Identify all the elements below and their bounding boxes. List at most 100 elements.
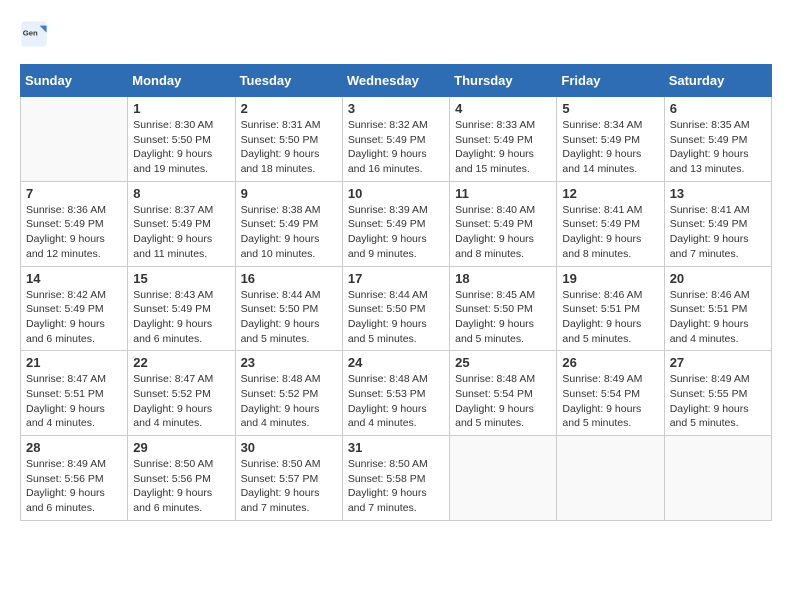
day-number: 7 — [26, 186, 122, 201]
day-number: 24 — [348, 355, 444, 370]
calendar-cell: 16 Sunrise: 8:44 AMSunset: 5:50 PMDayligh… — [235, 266, 342, 351]
day-info: Sunrise: 8:44 AMSunset: 5:50 PMDaylight:… — [241, 288, 337, 347]
day-number: 1 — [133, 101, 229, 116]
calendar-week-row: 21 Sunrise: 8:47 AMSunset: 5:51 PMDayligh… — [21, 351, 772, 436]
day-info: Sunrise: 8:32 AMSunset: 5:49 PMDaylight:… — [348, 118, 444, 177]
day-info: Sunrise: 8:40 AMSunset: 5:49 PMDaylight:… — [455, 203, 551, 262]
calendar-day-header-saturday: Saturday — [664, 65, 771, 97]
page-header: Gen — [20, 20, 772, 48]
day-info: Sunrise: 8:41 AMSunset: 5:49 PMDaylight:… — [562, 203, 658, 262]
day-number: 11 — [455, 186, 551, 201]
calendar-cell: 29 Sunrise: 8:50 AMSunset: 5:56 PMDayligh… — [128, 436, 235, 521]
calendar-cell: 22 Sunrise: 8:47 AMSunset: 5:52 PMDayligh… — [128, 351, 235, 436]
day-info: Sunrise: 8:48 AMSunset: 5:53 PMDaylight:… — [348, 372, 444, 431]
calendar-week-row: 14Sunrise: 8:42 AMSunset: 5:49 PMDayligh… — [21, 266, 772, 351]
day-number: 28 — [26, 440, 122, 455]
day-number: 9 — [241, 186, 337, 201]
day-info: Sunrise: 8:30 AMSunset: 5:50 PMDaylight:… — [133, 118, 229, 177]
calendar-cell: 6Sunrise: 8:35 AMSunset: 5:49 PMDaylight… — [664, 97, 771, 182]
calendar-day-header-sunday: Sunday — [21, 65, 128, 97]
day-info: Sunrise: 8:49 AMSunset: 5:54 PMDaylight:… — [562, 372, 658, 431]
calendar-cell: 5Sunrise: 8:34 AMSunset: 5:49 PMDaylight… — [557, 97, 664, 182]
calendar-cell: 19 Sunrise: 8:46 AMSunset: 5:51 PMDayligh… — [557, 266, 664, 351]
day-number: 30 — [241, 440, 337, 455]
calendar-cell: 3 Sunrise: 8:32 AMSunset: 5:49 PMDaylight… — [342, 97, 449, 182]
day-info: Sunrise: 8:39 AMSunset: 5:49 PMDaylight:… — [348, 203, 444, 262]
calendar-cell — [664, 436, 771, 521]
day-info: Sunrise: 8:33 AMSunset: 5:49 PMDaylight:… — [455, 118, 551, 177]
day-number: 21 — [26, 355, 122, 370]
day-info: Sunrise: 8:41 AMSunset: 5:49 PMDaylight:… — [670, 203, 766, 262]
day-info: Sunrise: 8:36 AMSunset: 5:49 PMDaylight:… — [26, 203, 122, 262]
calendar-cell: 8 Sunrise: 8:37 AMSunset: 5:49 PMDaylight… — [128, 181, 235, 266]
calendar-cell: 1 Sunrise: 8:30 AMSunset: 5:50 PMDaylight… — [128, 97, 235, 182]
day-number: 23 — [241, 355, 337, 370]
day-info: Sunrise: 8:50 AMSunset: 5:57 PMDaylight:… — [241, 457, 337, 516]
calendar-cell: 13Sunrise: 8:41 AMSunset: 5:49 PMDayligh… — [664, 181, 771, 266]
calendar-cell: 31 Sunrise: 8:50 AMSunset: 5:58 PMDayligh… — [342, 436, 449, 521]
day-info: Sunrise: 8:46 AMSunset: 5:51 PMDaylight:… — [670, 288, 766, 347]
calendar-cell — [557, 436, 664, 521]
calendar-cell: 11 Sunrise: 8:40 AMSunset: 5:49 PMDayligh… — [450, 181, 557, 266]
day-number: 25 — [455, 355, 551, 370]
calendar-day-header-friday: Friday — [557, 65, 664, 97]
calendar-week-row: 1 Sunrise: 8:30 AMSunset: 5:50 PMDaylight… — [21, 97, 772, 182]
day-info: Sunrise: 8:42 AMSunset: 5:49 PMDaylight:… — [26, 288, 122, 347]
day-number: 10 — [348, 186, 444, 201]
day-number: 15 — [133, 271, 229, 286]
day-number: 19 — [562, 271, 658, 286]
calendar-cell: 28 Sunrise: 8:49 AMSunset: 5:56 PMDayligh… — [21, 436, 128, 521]
day-info: Sunrise: 8:50 AMSunset: 5:56 PMDaylight:… — [133, 457, 229, 516]
day-info: Sunrise: 8:37 AMSunset: 5:49 PMDaylight:… — [133, 203, 229, 262]
calendar-day-header-wednesday: Wednesday — [342, 65, 449, 97]
calendar-cell: 4 Sunrise: 8:33 AMSunset: 5:49 PMDaylight… — [450, 97, 557, 182]
svg-text:Gen: Gen — [23, 28, 38, 37]
day-number: 31 — [348, 440, 444, 455]
calendar-table: SundayMondayTuesdayWednesdayThursdayFrid… — [20, 64, 772, 521]
day-info: Sunrise: 8:48 AMSunset: 5:52 PMDaylight:… — [241, 372, 337, 431]
day-number: 12 — [562, 186, 658, 201]
day-number: 16 — [241, 271, 337, 286]
calendar-cell: 17 Sunrise: 8:44 AMSunset: 5:50 PMDayligh… — [342, 266, 449, 351]
calendar-week-row: 28 Sunrise: 8:49 AMSunset: 5:56 PMDayligh… — [21, 436, 772, 521]
calendar-cell: 27Sunrise: 8:49 AMSunset: 5:55 PMDayligh… — [664, 351, 771, 436]
day-info: Sunrise: 8:43 AMSunset: 5:49 PMDaylight:… — [133, 288, 229, 347]
calendar-cell: 9 Sunrise: 8:38 AMSunset: 5:49 PMDaylight… — [235, 181, 342, 266]
calendar-cell: 14Sunrise: 8:42 AMSunset: 5:49 PMDayligh… — [21, 266, 128, 351]
day-number: 8 — [133, 186, 229, 201]
day-number: 3 — [348, 101, 444, 116]
calendar-cell: 25 Sunrise: 8:48 AMSunset: 5:54 PMDayligh… — [450, 351, 557, 436]
day-info: Sunrise: 8:34 AMSunset: 5:49 PMDaylight:… — [562, 118, 658, 177]
day-number: 26 — [562, 355, 658, 370]
day-number: 29 — [133, 440, 229, 455]
logo-icon: Gen — [20, 20, 48, 48]
calendar-header-row: SundayMondayTuesdayWednesdayThursdayFrid… — [21, 65, 772, 97]
calendar-day-header-tuesday: Tuesday — [235, 65, 342, 97]
calendar-day-header-thursday: Thursday — [450, 65, 557, 97]
day-info: Sunrise: 8:46 AMSunset: 5:51 PMDaylight:… — [562, 288, 658, 347]
day-info: Sunrise: 8:44 AMSunset: 5:50 PMDaylight:… — [348, 288, 444, 347]
day-number: 18 — [455, 271, 551, 286]
calendar-cell: 2 Sunrise: 8:31 AMSunset: 5:50 PMDaylight… — [235, 97, 342, 182]
calendar-cell — [21, 97, 128, 182]
day-number: 22 — [133, 355, 229, 370]
day-info: Sunrise: 8:50 AMSunset: 5:58 PMDaylight:… — [348, 457, 444, 516]
day-number: 2 — [241, 101, 337, 116]
day-number: 17 — [348, 271, 444, 286]
day-number: 6 — [670, 101, 766, 116]
calendar-day-header-monday: Monday — [128, 65, 235, 97]
day-info: Sunrise: 8:47 AMSunset: 5:51 PMDaylight:… — [26, 372, 122, 431]
day-info: Sunrise: 8:48 AMSunset: 5:54 PMDaylight:… — [455, 372, 551, 431]
calendar-cell: 10 Sunrise: 8:39 AMSunset: 5:49 PMDayligh… — [342, 181, 449, 266]
day-info: Sunrise: 8:47 AMSunset: 5:52 PMDaylight:… — [133, 372, 229, 431]
day-info: Sunrise: 8:45 AMSunset: 5:50 PMDaylight:… — [455, 288, 551, 347]
day-info: Sunrise: 8:38 AMSunset: 5:49 PMDaylight:… — [241, 203, 337, 262]
calendar-cell: 20Sunrise: 8:46 AMSunset: 5:51 PMDayligh… — [664, 266, 771, 351]
day-info: Sunrise: 8:31 AMSunset: 5:50 PMDaylight:… — [241, 118, 337, 177]
day-info: Sunrise: 8:49 AMSunset: 5:56 PMDaylight:… — [26, 457, 122, 516]
calendar-cell: 18 Sunrise: 8:45 AMSunset: 5:50 PMDayligh… — [450, 266, 557, 351]
calendar-cell — [450, 436, 557, 521]
calendar-cell: 15 Sunrise: 8:43 AMSunset: 5:49 PMDayligh… — [128, 266, 235, 351]
day-number: 4 — [455, 101, 551, 116]
logo: Gen — [20, 20, 52, 48]
